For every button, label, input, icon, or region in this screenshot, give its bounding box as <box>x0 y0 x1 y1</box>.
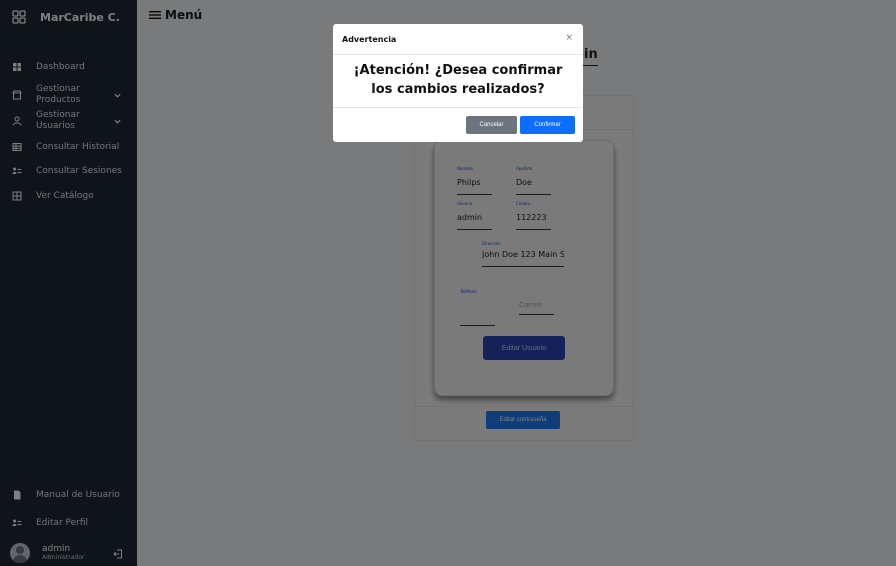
cancel-button[interactable]: Cancelar <box>466 116 517 134</box>
modal-header: Advertencia × <box>333 24 583 55</box>
modal-footer: Cancelar Confirmar <box>333 107 583 142</box>
modal-message-line-1: ¡Atención! ¿Desea confirmar <box>353 63 563 78</box>
modal-message-line-2: los cambios realizados? <box>371 82 545 97</box>
close-icon[interactable]: × <box>565 33 573 43</box>
confirm-button[interactable]: Confirmar <box>520 116 575 134</box>
modal-title: Advertencia <box>342 34 397 44</box>
confirm-modal: Advertencia × ¡Atención! ¿Desea confirma… <box>333 24 583 142</box>
modal-body: ¡Atención! ¿Desea confirmar los cambios … <box>333 61 583 99</box>
